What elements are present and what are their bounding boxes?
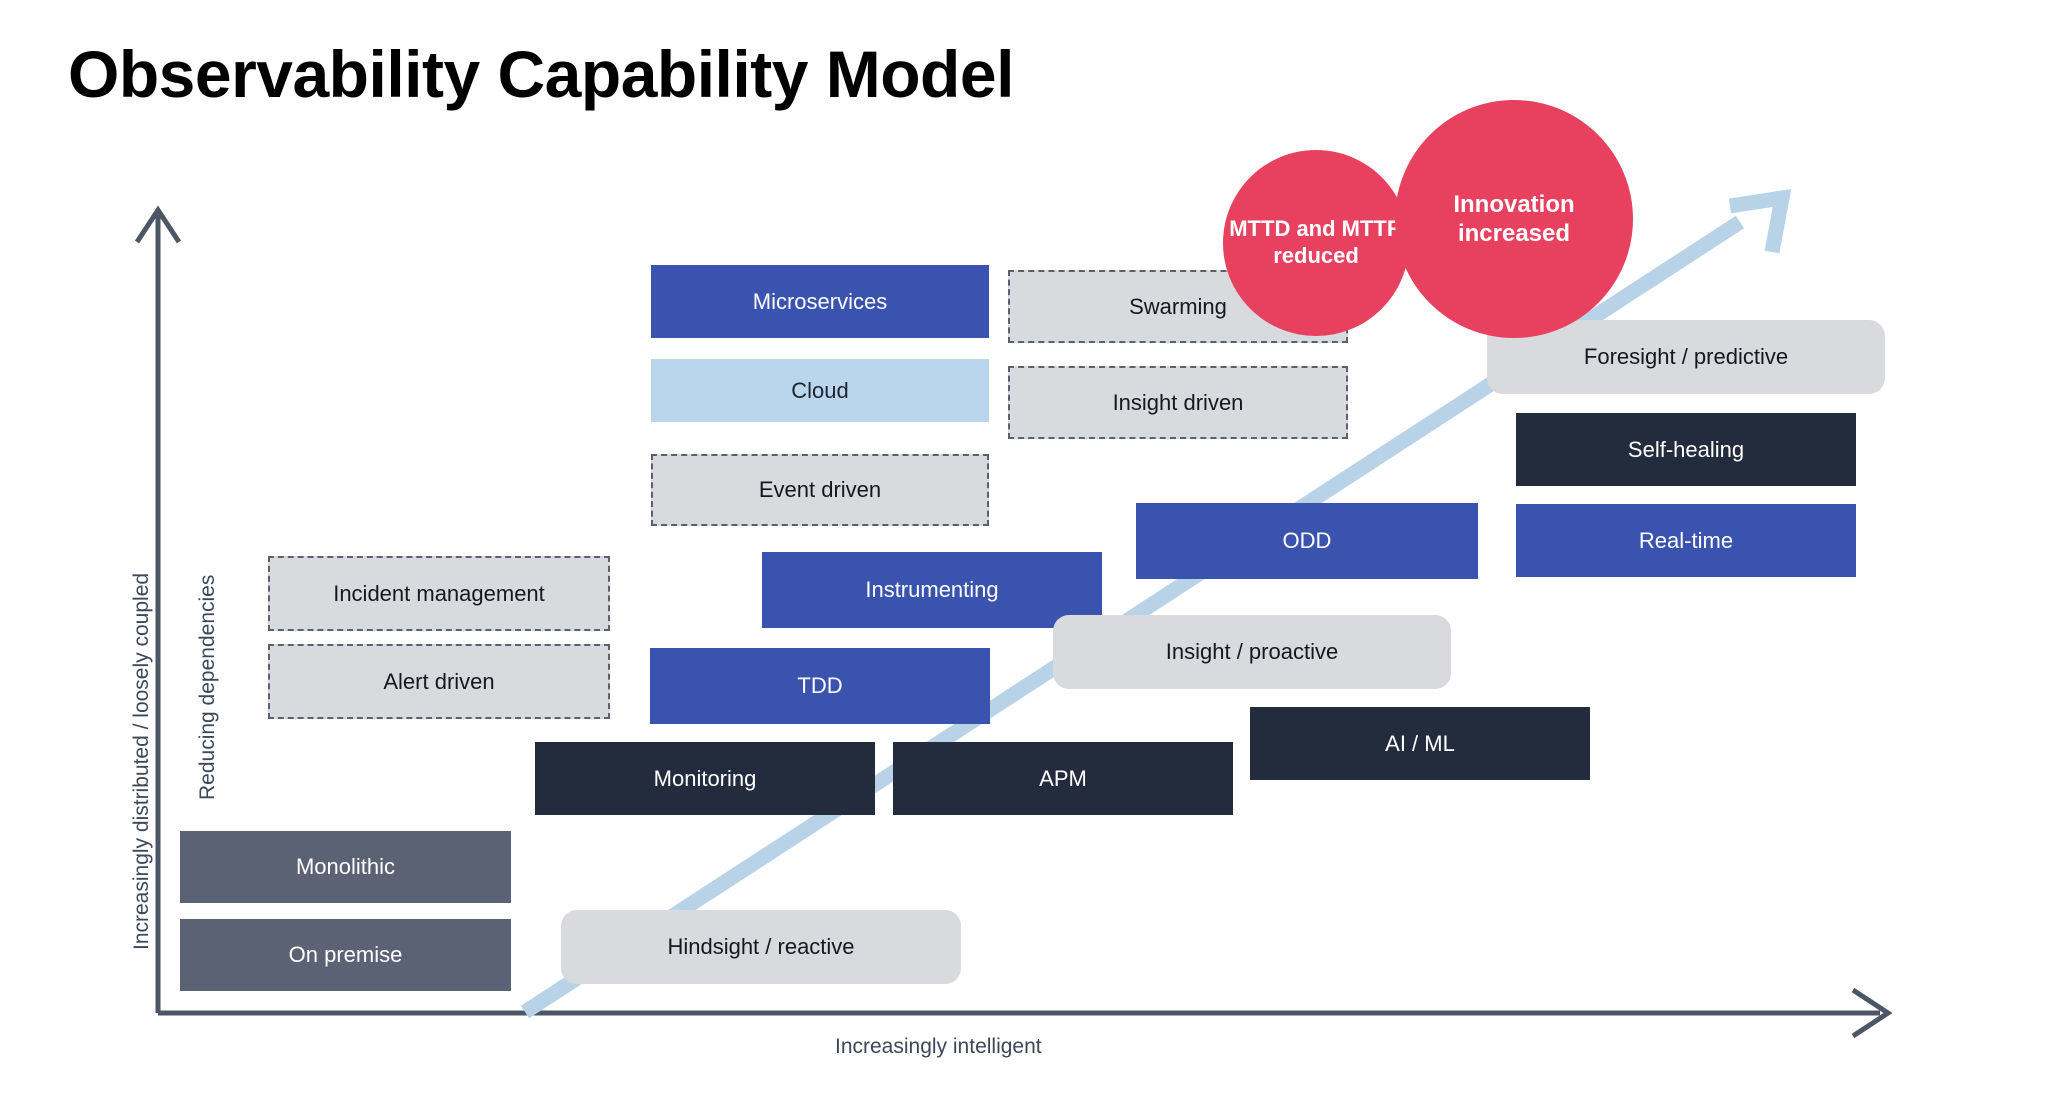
- node-label: TDD: [797, 673, 843, 699]
- node-label: Microservices: [752, 288, 888, 314]
- node-label: Cloud: [791, 377, 849, 403]
- node-label: Alert driven: [383, 668, 495, 694]
- node-cloud[interactable]: Cloud: [651, 359, 989, 422]
- node-label: Hindsight / reactive: [667, 934, 855, 960]
- y-axis-label-outer: Increasingly distributed / loosely coupl…: [130, 572, 153, 950]
- node-apm[interactable]: APM: [893, 742, 1233, 815]
- node-label: AI / ML: [1385, 730, 1455, 756]
- diagram-canvas: Observability Capability Model Increasin…: [0, 0, 2048, 1105]
- node-label: Insight driven: [1112, 389, 1244, 415]
- node-label: Foresight / predictive: [1583, 344, 1789, 370]
- node-self-healing[interactable]: Self-healing: [1516, 413, 1856, 486]
- node-label: Insight / proactive: [1165, 639, 1339, 665]
- x-axis-label: Increasingly intelligent: [835, 1035, 1042, 1058]
- node-tdd[interactable]: TDD: [650, 648, 990, 724]
- node-monitoring[interactable]: Monitoring: [535, 742, 875, 815]
- node-label: Real-time: [1638, 527, 1734, 553]
- y-axis-label-inner: Reducing dependencies: [196, 574, 219, 800]
- callout-mttd-mttr-reduced[interactable]: MTTD and MTTR reduced: [1223, 150, 1409, 336]
- page-title: Observability Capability Model: [68, 37, 1014, 111]
- node-ai-ml[interactable]: AI / ML: [1250, 707, 1590, 780]
- node-label: On premise: [288, 942, 403, 968]
- node-instrumenting[interactable]: Instrumenting: [762, 552, 1102, 628]
- node-label: ODD: [1282, 528, 1332, 554]
- node-real-time[interactable]: Real-time: [1516, 504, 1856, 577]
- node-label: Instrumenting: [865, 577, 999, 603]
- callout-label: Innovation increased: [1453, 190, 1575, 247]
- node-insight-driven[interactable]: Insight driven: [1008, 366, 1348, 439]
- node-event-driven[interactable]: Event driven: [651, 454, 989, 526]
- node-label: Self-healing: [1627, 436, 1745, 462]
- node-insight-proactive[interactable]: Insight / proactive: [1053, 615, 1451, 689]
- node-monolithic[interactable]: Monolithic: [180, 831, 511, 903]
- node-label: Swarming: [1129, 293, 1227, 319]
- node-label: Event driven: [758, 477, 882, 503]
- node-hindsight-reactive[interactable]: Hindsight / reactive: [561, 910, 961, 984]
- node-label: APM: [1039, 765, 1087, 791]
- node-microservices[interactable]: Microservices: [651, 265, 989, 338]
- node-label: Monitoring: [653, 765, 757, 791]
- callout-innovation-increased[interactable]: Innovation increased: [1395, 100, 1633, 338]
- node-incident-management[interactable]: Incident management: [268, 556, 610, 631]
- callout-label: MTTD and MTTR reduced: [1229, 216, 1403, 268]
- node-odd[interactable]: ODD: [1136, 503, 1478, 579]
- node-alert-driven[interactable]: Alert driven: [268, 644, 610, 719]
- node-on-premise[interactable]: On premise: [180, 919, 511, 991]
- node-label: Incident management: [333, 580, 545, 606]
- node-label: Monolithic: [295, 854, 396, 880]
